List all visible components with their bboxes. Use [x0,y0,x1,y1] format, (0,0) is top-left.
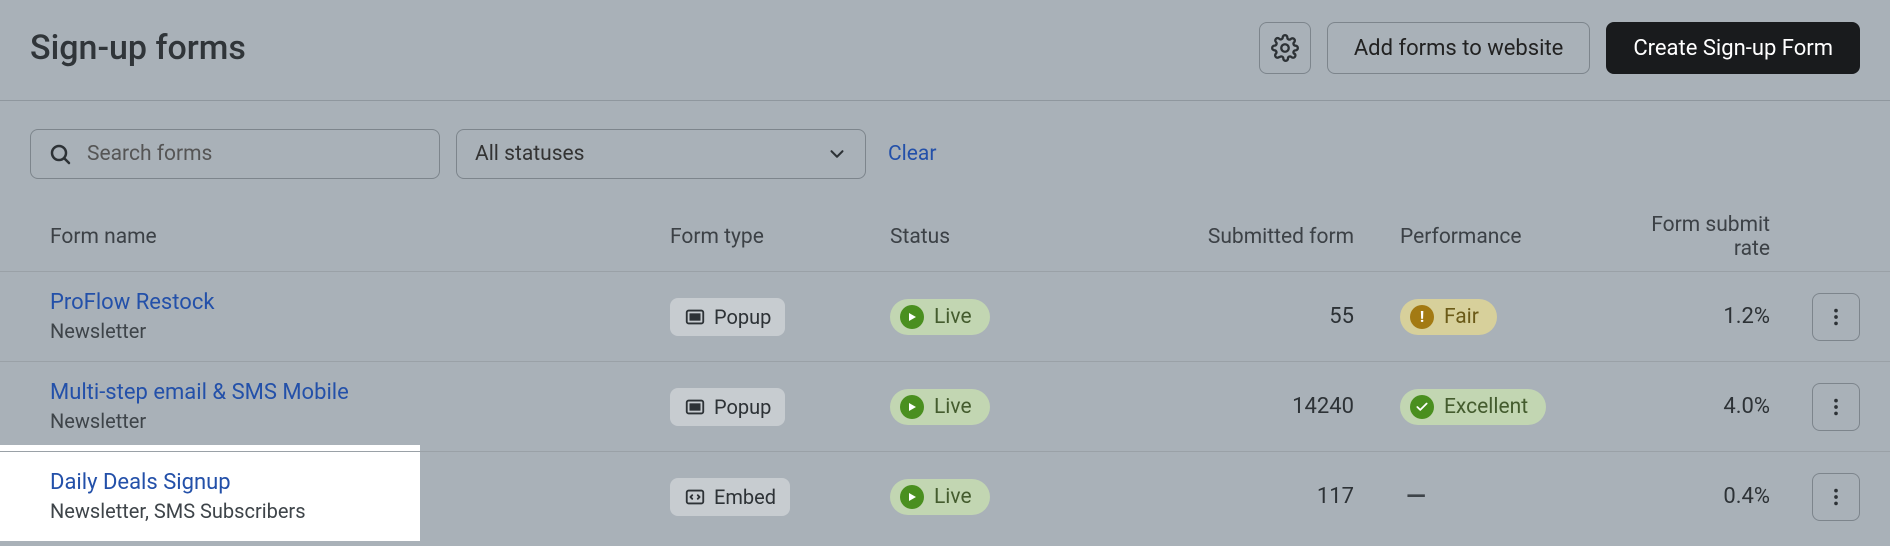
form-type-pill: Embed [670,478,790,516]
submit-rate: 1.2% [1640,304,1780,329]
name-cell: Multi-step email & SMS Mobile Newsletter [30,380,670,433]
name-cell: ProFlow Restock Newsletter [30,290,670,343]
status-cell: Live [890,389,1150,425]
search-input[interactable] [30,129,440,179]
col-submitted: Submitted form [1150,225,1360,249]
row-actions-button[interactable] [1812,383,1860,431]
performance-pill: ! Fair [1400,299,1497,335]
submit-rate: 4.0% [1640,394,1780,419]
table-header: Form name Form type Status Submitted for… [0,203,1890,271]
status-filter[interactable]: All statuses [456,129,866,179]
popup-icon [684,306,706,328]
col-performance: Performance [1360,225,1640,249]
row-actions-button[interactable] [1812,293,1860,341]
clear-filters-link[interactable]: Clear [882,142,936,166]
kebab-icon [1825,396,1847,418]
type-cell: Popup [670,298,890,336]
status-label: Live [934,485,972,509]
table-row: Daily Deals Signup Newsletter, SMS Subscr… [0,451,1890,541]
filter-bar: All statuses Clear [0,101,1890,203]
forms-table: Form name Form type Status Submitted for… [0,203,1890,541]
actions-cell [1780,383,1860,431]
table-row: ProFlow Restock Newsletter Popup Live 55! Fai… [0,271,1890,361]
check-icon [1410,395,1434,419]
form-subtitle: Newsletter [50,319,670,343]
form-type-label: Popup [714,395,771,419]
performance-label: Excellent [1444,395,1528,419]
search-wrap [30,129,440,179]
col-type: Form type [670,225,890,249]
popup-icon [684,396,706,418]
col-name: Form name [30,225,670,249]
search-icon [48,142,72,166]
table-wrap: Form name Form type Status Submitted for… [0,203,1890,541]
status-cell: Live [890,479,1150,515]
actions-cell [1780,293,1860,341]
play-icon [900,485,924,509]
form-type-pill: Popup [670,298,785,336]
col-rate: Form submit rate [1640,213,1780,261]
status-pill: Live [890,389,990,425]
header-actions: Add forms to website Create Sign-up Form [1259,22,1860,74]
table-row: Multi-step email & SMS Mobile Newsletter P… [0,361,1890,451]
gear-icon [1271,34,1299,62]
form-type-label: Popup [714,305,771,329]
status-label: Live [934,305,972,329]
status-pill: Live [890,299,990,335]
kebab-icon [1825,306,1847,328]
status-pill: Live [890,479,990,515]
form-type-pill: Popup [670,388,785,426]
name-cell: Daily Deals Signup Newsletter, SMS Subscr… [30,470,670,523]
table-body: ProFlow Restock Newsletter Popup Live 55! Fai… [0,271,1890,541]
play-icon [900,395,924,419]
form-name-link[interactable]: Daily Deals Signup [50,470,670,495]
submit-rate: 0.4% [1640,484,1780,509]
play-icon [900,305,924,329]
status-filter-value: All statuses [456,129,866,179]
submitted-count: 14240 [1150,394,1360,419]
submitted-count: 117 [1150,484,1360,509]
status-label: Live [934,395,972,419]
page-header: Sign-up forms Add forms to website Creat… [0,0,1890,101]
add-forms-button[interactable]: Add forms to website [1327,22,1590,74]
performance-label: Fair [1444,305,1479,329]
type-cell: Embed [670,478,890,516]
form-subtitle: Newsletter [50,409,670,433]
form-type-label: Embed [714,485,776,509]
form-name-link[interactable]: ProFlow Restock [50,290,670,315]
actions-cell [1780,473,1860,521]
status-cell: Live [890,299,1150,335]
create-form-button[interactable]: Create Sign-up Form [1606,22,1860,74]
performance-cell: Excellent [1360,389,1640,425]
performance-cell: ! Fair [1360,299,1640,335]
kebab-icon [1825,486,1847,508]
embed-icon [684,486,706,508]
page-title: Sign-up forms [30,28,246,68]
settings-button[interactable] [1259,22,1311,74]
performance-pill: Excellent [1400,389,1546,425]
form-name-link[interactable]: Multi-step email & SMS Mobile [50,380,670,405]
row-actions-button[interactable] [1812,473,1860,521]
performance-cell: — [1360,482,1640,512]
col-status: Status [890,225,1150,249]
performance-none: — [1400,482,1426,512]
warning-icon: ! [1410,305,1434,329]
submitted-count: 55 [1150,304,1360,329]
type-cell: Popup [670,388,890,426]
form-subtitle: Newsletter, SMS Subscribers [50,499,670,523]
